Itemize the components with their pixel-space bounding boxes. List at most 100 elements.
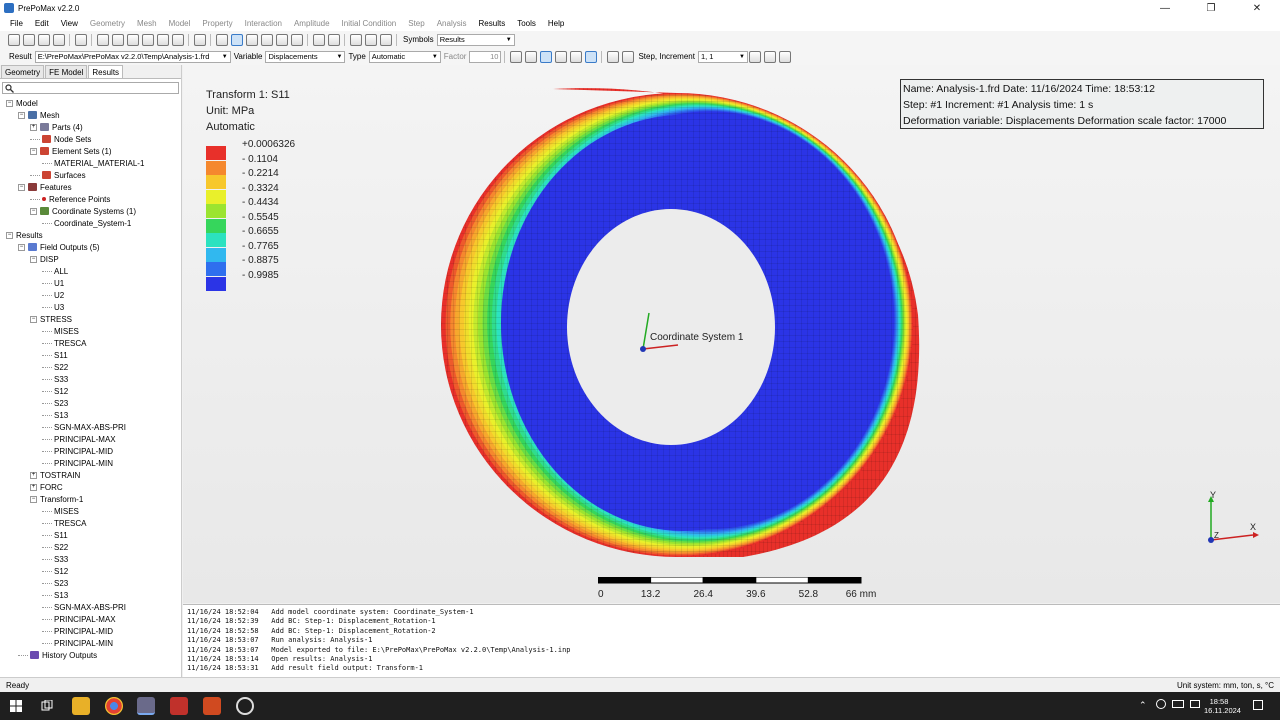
collapse-icon[interactable]: − [18,183,25,191]
tree-item[interactable]: PRINCIPAL-MAX [42,433,116,445]
tree-item[interactable]: MATERIAL_MATERIAL-1 [42,157,144,169]
menu-interaction[interactable]: Interaction [239,19,288,28]
view-right-button[interactable] [171,33,184,46]
task-view-icon[interactable] [41,700,53,712]
collapse-icon[interactable]: − [18,243,25,251]
tree-item[interactable]: S12 [42,385,68,397]
tree-item[interactable]: U3 [42,301,64,313]
file-explorer-icon[interactable] [72,697,90,715]
tree-item[interactable]: SGN-MAX-ABS-PRI [42,601,126,613]
tree-item[interactable]: PRINCIPAL-MIN [42,637,113,649]
tree-item[interactable]: TRESCA [42,337,86,349]
tree-item[interactable]: MISES [42,505,79,517]
import-button[interactable] [37,33,50,46]
collapse-icon[interactable]: − [30,147,37,155]
tree-item[interactable]: S22 [42,361,68,373]
last-increment-button[interactable] [764,50,777,63]
menu-amplitude[interactable]: Amplitude [288,19,336,28]
tree-search-input[interactable] [2,82,179,94]
tree-item[interactable]: S12 [42,565,68,577]
open-file-button[interactable] [22,33,35,46]
tree-item[interactable]: − Element Sets (1) [30,145,112,157]
app-taskbar-icon[interactable] [203,697,221,715]
symbols-dropdown[interactable]: Results ▼ [436,33,515,46]
animate-button[interactable] [569,50,582,63]
tree-item[interactable]: − Field Outputs (5) [18,241,100,253]
menu-model[interactable]: Model [163,19,197,28]
tree-item[interactable]: − Coordinate Systems (1) [30,205,136,217]
taskbar-clock[interactable]: 18:58 16.11.2024 [1204,697,1241,715]
save-button[interactable] [52,33,65,46]
collapse-icon[interactable]: − [30,315,37,323]
tree-item[interactable]: − STRESS [30,313,72,325]
tree-item[interactable]: S33 [42,553,68,565]
tree-item[interactable]: Coordinate_System-1 [42,217,131,229]
foxit-icon[interactable] [170,697,188,715]
tree-item[interactable]: SGN-MAX-ABS-PRI [42,421,126,433]
menu-edit[interactable]: Edit [29,19,55,28]
type-dropdown[interactable]: Automatic ▼ [368,50,441,63]
tree-item[interactable]: − Results [6,229,43,241]
menu-initial-condition[interactable]: Initial Condition [336,19,403,28]
tree-item[interactable]: Node Sets [30,133,91,145]
tray-network-icon[interactable] [1156,699,1166,709]
tree-item[interactable]: − Features [18,181,72,193]
explode-button[interactable] [275,33,288,46]
tree-item[interactable]: S33 [42,373,68,385]
tray-wifi-icon[interactable] [1190,700,1200,708]
result-dropdown[interactable]: E:\PrePoMax\PrePoMax v2.2.0\Temp\Analysi… [34,50,231,63]
view-iso-button[interactable] [193,33,206,46]
query-button[interactable] [312,33,325,46]
graphics-viewport[interactable]: Transform 1: S11 Unit: MPa Automatic +0.… [183,65,1280,603]
shaded-button[interactable] [215,33,228,46]
tree-item[interactable]: + TOSTRAIN [30,469,80,481]
tree-item[interactable]: S13 [42,589,68,601]
menu-results[interactable]: Results [473,19,512,28]
tree-item[interactable]: − Transform-1 [30,493,83,505]
factor-input[interactable]: 10 [469,50,502,63]
tree-item[interactable]: − DISP [30,253,59,265]
step-increment-dropdown[interactable]: 1, 1 ▼ [697,50,748,63]
windows-start-icon[interactable] [10,700,22,712]
tree-item[interactable]: Surfaces [30,169,86,181]
new-file-button[interactable] [7,33,20,46]
tray-chevron-icon[interactable]: ⌃ [1139,700,1147,711]
section-view-button[interactable] [260,33,273,46]
tree-item[interactable]: S22 [42,541,68,553]
collapse-icon[interactable]: − [6,231,13,239]
previous-increment-button[interactable] [621,50,634,63]
collapse-icon[interactable]: − [6,99,13,107]
tray-monitor-icon[interactable] [1172,700,1184,708]
tree-item[interactable]: MISES [42,325,79,337]
shaded-edges-button[interactable] [230,33,243,46]
view-back-button[interactable] [111,33,124,46]
tree-item[interactable]: S11 [42,529,68,541]
expand-icon[interactable]: + [30,471,37,479]
next-increment-button[interactable] [749,50,762,63]
tree-item[interactable]: U2 [42,289,64,301]
tree-item[interactable]: TRESCA [42,517,86,529]
wireframe-button[interactable] [245,33,258,46]
variable-dropdown[interactable]: Displacements ▼ [265,50,346,63]
expand-icon[interactable]: + [30,483,37,491]
show-button[interactable] [349,33,362,46]
collapse-icon[interactable]: − [30,255,37,263]
menu-geometry[interactable]: Geometry [84,19,131,28]
tree-item[interactable]: ALL [42,265,68,277]
restore-button[interactable]: ❐ [1188,0,1234,16]
view-bottom-button[interactable] [141,33,154,46]
view-left-button[interactable] [156,33,169,46]
color-contours-button[interactable] [554,50,567,63]
tree-item[interactable]: U1 [42,277,64,289]
prepomax-taskbar-icon[interactable] [137,697,155,715]
tree-item[interactable]: S13 [42,409,68,421]
scale-button[interactable] [584,50,597,63]
output-console[interactable]: 11/16/24 18:52:04 Add model coordinate s… [183,604,1280,677]
tree-item[interactable]: + Parts (4) [30,121,83,133]
menu-mesh[interactable]: Mesh [131,19,163,28]
menu-step[interactable]: Step [402,19,430,28]
obs-icon[interactable] [236,697,254,715]
tree-item[interactable]: PRINCIPAL-MAX [42,613,116,625]
tree-item[interactable]: − Model [6,97,38,109]
close-button[interactable]: ✕ [1234,0,1280,16]
